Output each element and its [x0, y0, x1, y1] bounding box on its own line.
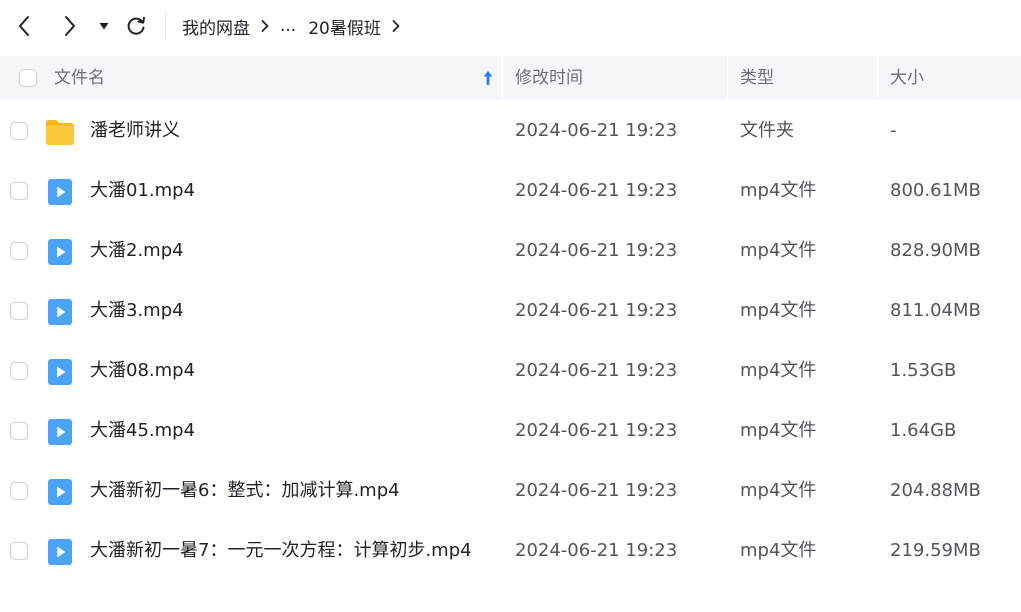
breadcrumb-current[interactable]: 20暑假班 [308, 14, 381, 39]
column-header-name[interactable]: 文件名 [54, 56, 105, 100]
file-modified: 2024-06-21 19:23 [515, 240, 678, 261]
file-row[interactable]: 大潘45.mp4 2024-06-21 19:23 mp4文件 1.64GB [0, 401, 1021, 461]
file-name: 大潘3.mp4 [90, 300, 184, 321]
column-divider[interactable] [502, 56, 503, 100]
file-name: 大潘2.mp4 [90, 240, 184, 261]
file-size: 1.64GB [890, 420, 957, 441]
row-checkbox[interactable] [10, 302, 28, 320]
file-row[interactable]: 大潘01.mp4 2024-06-21 19:23 mp4文件 800.61MB [0, 161, 1021, 221]
row-checkbox[interactable] [10, 242, 28, 260]
select-all-checkbox[interactable] [19, 69, 37, 87]
file-type: mp4文件 [740, 300, 817, 321]
row-checkbox[interactable] [10, 362, 28, 380]
file-type: mp4文件 [740, 240, 817, 261]
file-browser-window: 我的网盘 ... 20暑假班 文件名 修改时间 类型 大小 潘老师讲义 2024… [0, 0, 1021, 612]
file-type: mp4文件 [740, 420, 817, 441]
file-row[interactable]: 大潘新初一暑6：整式：加减计算.mp4 2024-06-21 19:23 mp4… [0, 461, 1021, 521]
file-size: 219.59MB [890, 540, 981, 561]
file-row[interactable]: 大潘08.mp4 2024-06-21 19:23 mp4文件 1.53GB [0, 341, 1021, 401]
file-type: mp4文件 [740, 180, 817, 201]
file-modified: 2024-06-21 19:23 [515, 360, 678, 381]
row-checkbox[interactable] [10, 422, 28, 440]
file-modified: 2024-06-21 19:23 [515, 300, 678, 321]
chevron-left-icon [19, 16, 29, 36]
file-name: 大潘45.mp4 [90, 420, 196, 441]
history-dropdown-button[interactable] [88, 8, 120, 44]
file-modified: 2024-06-21 19:23 [515, 120, 678, 141]
file-name: 大潘新初一暑6：整式：加减计算.mp4 [90, 480, 400, 501]
file-size: 800.61MB [890, 180, 981, 201]
video-file-icon [48, 299, 72, 325]
video-file-icon [48, 419, 72, 445]
video-file-icon [48, 179, 72, 205]
file-size: 204.88MB [890, 480, 981, 501]
file-row[interactable]: 潘老师讲义 2024-06-21 19:23 文件夹 - [0, 101, 1021, 161]
refresh-button[interactable] [118, 8, 154, 44]
file-type: mp4文件 [740, 540, 817, 561]
file-list: 潘老师讲义 2024-06-21 19:23 文件夹 - 大潘01.mp4 20… [0, 101, 1021, 581]
breadcrumb-ellipsis[interactable]: ... [280, 16, 296, 36]
breadcrumb-chevron-icon[interactable] [391, 19, 401, 33]
breadcrumb-root[interactable]: 我的网盘 [182, 14, 250, 39]
file-modified: 2024-06-21 19:23 [515, 420, 678, 441]
column-header-type[interactable]: 类型 [740, 56, 774, 100]
file-list-header: 文件名 修改时间 类型 大小 [0, 56, 1021, 100]
file-size: 1.53GB [890, 360, 957, 381]
navigation-bar: 我的网盘 ... 20暑假班 [0, 0, 1021, 52]
video-file-icon [48, 239, 72, 265]
row-checkbox[interactable] [10, 542, 28, 560]
folder-icon [46, 120, 74, 145]
breadcrumb-chevron-icon [260, 19, 270, 33]
breadcrumb: 我的网盘 ... 20暑假班 [182, 0, 411, 52]
refresh-icon [127, 16, 145, 35]
file-modified: 2024-06-21 19:23 [515, 480, 678, 501]
file-name: 大潘新初一暑7：一元一次方程：计算初步.mp4 [90, 540, 472, 561]
caret-down-icon [99, 23, 109, 30]
row-checkbox[interactable] [10, 482, 28, 500]
file-type: 文件夹 [740, 120, 794, 141]
file-size: 811.04MB [890, 300, 981, 321]
forward-button[interactable] [52, 8, 88, 44]
video-file-icon [48, 359, 72, 385]
video-file-icon [48, 479, 72, 505]
column-divider[interactable] [877, 56, 878, 100]
file-modified: 2024-06-21 19:23 [515, 180, 678, 201]
nav-divider [165, 12, 166, 40]
file-name: 潘老师讲义 [90, 120, 180, 141]
row-checkbox[interactable] [10, 182, 28, 200]
file-row[interactable]: 大潘2.mp4 2024-06-21 19:23 mp4文件 828.90MB [0, 221, 1021, 281]
back-button[interactable] [6, 8, 42, 44]
file-row[interactable]: 大潘3.mp4 2024-06-21 19:23 mp4文件 811.04MB [0, 281, 1021, 341]
row-checkbox[interactable] [10, 122, 28, 140]
video-file-icon [48, 539, 72, 565]
file-row[interactable]: 大潘新初一暑7：一元一次方程：计算初步.mp4 2024-06-21 19:23… [0, 521, 1021, 581]
file-size: 828.90MB [890, 240, 981, 261]
column-divider[interactable] [727, 56, 728, 100]
file-type: mp4文件 [740, 480, 817, 501]
chevron-right-icon [65, 16, 75, 36]
file-size: - [890, 120, 897, 141]
file-modified: 2024-06-21 19:23 [515, 540, 678, 561]
file-name: 大潘01.mp4 [90, 180, 196, 201]
column-header-modified[interactable]: 修改时间 [515, 56, 583, 100]
file-name: 大潘08.mp4 [90, 360, 196, 381]
file-type: mp4文件 [740, 360, 817, 381]
column-header-size[interactable]: 大小 [890, 56, 924, 100]
sort-ascending-icon[interactable] [481, 69, 495, 87]
